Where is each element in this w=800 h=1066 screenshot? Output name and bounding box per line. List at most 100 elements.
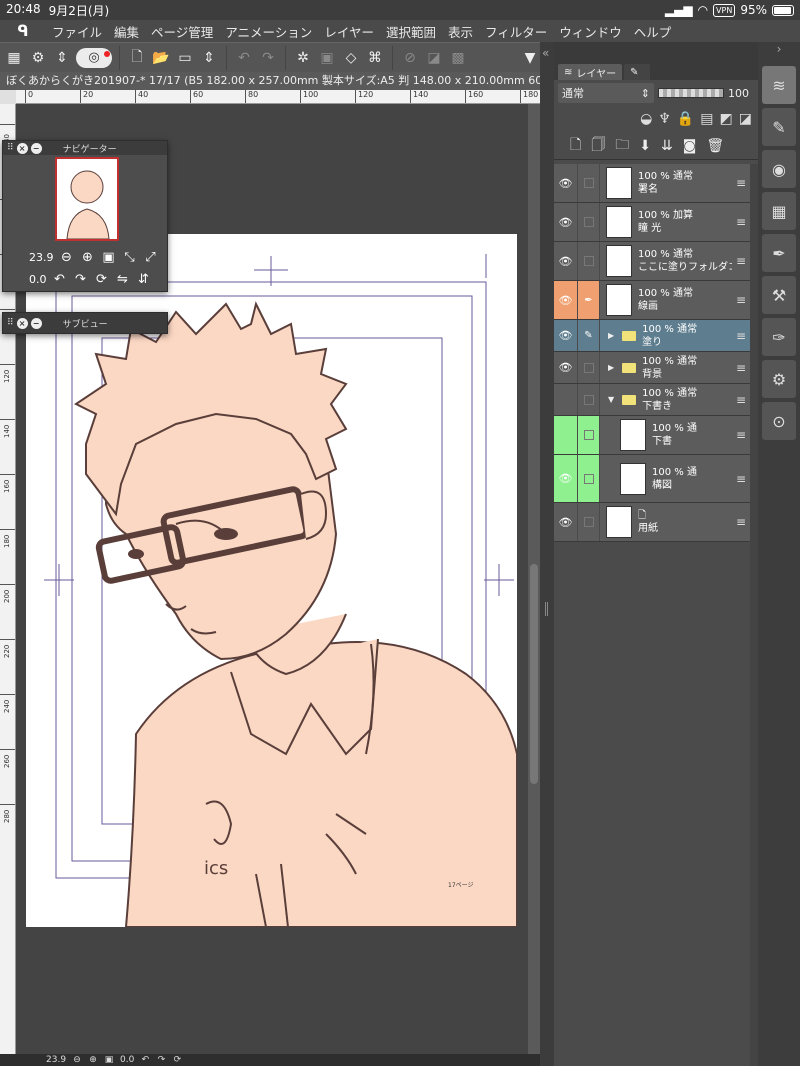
collapse-arrow-icon[interactable]: ▼	[608, 395, 614, 404]
eraser-icon[interactable]: ◇	[341, 48, 361, 68]
rotate-left-icon[interactable]: ↶	[140, 1055, 150, 1065]
layer-menu-icon[interactable]: ≡	[732, 428, 750, 442]
color-wheel-icon[interactable]: ◉	[762, 150, 796, 188]
layer-menu-icon[interactable]: ≡	[732, 515, 750, 529]
blend-mode-select[interactable]: 通常 ⇕	[558, 83, 654, 103]
rotate-left-icon[interactable]: ↶	[52, 271, 68, 287]
reference-layer-icon[interactable]: ♆	[658, 111, 671, 127]
invert-selection-icon[interactable]: ◪	[424, 48, 444, 68]
layer-property-icon[interactable]: ✎	[762, 108, 796, 146]
layer-row[interactable]: 👁 🗋 用紙 ≡	[554, 503, 750, 542]
menu-file[interactable]: ファイル	[46, 22, 108, 41]
zoom-in-icon[interactable]: ⊕	[88, 1055, 98, 1065]
redo-icon[interactable]: ↷	[258, 48, 278, 68]
pen-icon[interactable]: ✒	[578, 281, 600, 319]
companion-mode-button[interactable]: ◎	[76, 47, 112, 68]
drag-handle-icon[interactable]: ⠿	[7, 143, 14, 153]
eye-icon[interactable]: 👁	[554, 242, 578, 280]
dock-collapse-bar[interactable]: «	[540, 42, 554, 1066]
menu-help[interactable]: ヘルプ	[628, 22, 678, 41]
eye-icon[interactable]: 👁	[554, 203, 578, 241]
layer-row[interactable]: 👁 ✒ 100 % 通常 線画 ≡	[554, 281, 750, 320]
dock-grip[interactable]	[545, 602, 548, 616]
brush-size-icon[interactable]: ✑	[762, 318, 796, 356]
eye-hidden-icon[interactable]	[554, 384, 578, 415]
navigator-preview[interactable]	[55, 157, 119, 241]
menu-page[interactable]: ページ管理	[145, 22, 219, 41]
tool-property-icon[interactable]: ⚒	[762, 276, 796, 314]
layer-menu-icon[interactable]: ≡	[732, 293, 750, 307]
flip-vertical-icon[interactable]: ⇵	[136, 271, 152, 287]
stepper-icon[interactable]: ⇕	[52, 48, 72, 68]
layer-row[interactable]: 👁 100 % 通常ここに塗りフォルダコピ ≡	[554, 242, 750, 281]
collapse-left-icon[interactable]: «	[542, 46, 549, 60]
brush-icon[interactable]: ✎	[578, 320, 600, 351]
lock-transparency-icon[interactable]: ▤	[700, 111, 713, 127]
reset-rotation-icon[interactable]: ⟳	[172, 1055, 182, 1065]
layer-row[interactable]: 👁 100 % 通構図 ≡	[554, 455, 750, 503]
eye-hidden-icon[interactable]	[554, 416, 578, 454]
flip-horizontal-icon[interactable]: ⇋	[115, 271, 131, 287]
rotate-right-icon[interactable]: ↷	[73, 271, 89, 287]
menu-filter[interactable]: フィルター	[479, 22, 553, 41]
transform-icon[interactable]: ⌘	[365, 48, 385, 68]
collapse-right-icon[interactable]: ›	[758, 42, 800, 62]
layer-menu-icon[interactable]: ≡	[732, 393, 750, 407]
new-folder-icon[interactable]: 🗀	[615, 134, 629, 158]
minimize-icon[interactable]: −	[30, 317, 42, 329]
eye-icon[interactable]: 👁	[554, 320, 578, 351]
trash-icon[interactable]: 🗑	[706, 138, 724, 154]
undo-icon[interactable]: ↶	[234, 48, 254, 68]
layer-mask-icon[interactable]: ◙	[683, 138, 697, 154]
ruler-icon[interactable]: ◪	[739, 111, 752, 127]
layer-menu-icon[interactable]: ≡	[732, 254, 750, 268]
close-icon[interactable]: ×	[16, 317, 28, 329]
menu-selection[interactable]: 選択範囲	[380, 22, 442, 41]
chevron-down-icon[interactable]: ▼	[520, 48, 540, 68]
layer-list-scrollbar[interactable]	[750, 164, 758, 1066]
search-icon[interactable]: ⊙	[762, 402, 796, 440]
open-file-icon[interactable]: 📂	[151, 48, 171, 68]
new-file-icon[interactable]: 🗋	[127, 48, 147, 68]
save-stepper-icon[interactable]: ⇕	[199, 48, 219, 68]
tab-layer-property[interactable]: ✎	[624, 64, 651, 80]
merge-down-icon[interactable]: ⇊	[661, 138, 673, 154]
new-vector-layer-icon[interactable]: 🗍	[591, 134, 605, 158]
expand-arrow-icon[interactable]: ▶	[608, 363, 614, 372]
eye-icon[interactable]: 👁	[554, 503, 578, 541]
layer-row[interactable]: 👁 ▶ 100 % 通常 背景 ≡	[554, 352, 750, 384]
fill-icon[interactable]: ▣	[317, 48, 337, 68]
lock-icon[interactable]: 🔒	[677, 111, 694, 127]
pen-tool-icon[interactable]: ✒	[762, 234, 796, 272]
layer-row[interactable]: 👁 100 % 通常 署名 ≡	[554, 164, 750, 203]
layer-row-selected[interactable]: 👁 ✎ ▶ 100 % 通常 塗り ≡	[554, 320, 750, 352]
canvas-scrollbar[interactable]	[528, 104, 540, 1054]
rotate-right-icon[interactable]: ↷	[156, 1055, 166, 1065]
fit-screen-icon[interactable]: ▣	[101, 249, 117, 265]
fit-screen-icon[interactable]: ▣	[104, 1055, 114, 1065]
layer-menu-icon[interactable]: ≡	[732, 472, 750, 486]
eye-icon[interactable]: 👁	[554, 455, 578, 502]
close-icon[interactable]: ×	[16, 142, 28, 154]
save-icon[interactable]: ▭	[175, 48, 195, 68]
drag-handle-icon[interactable]: ⠿	[7, 318, 14, 328]
grid-menu-icon[interactable]: ▦	[4, 48, 24, 68]
layer-menu-icon[interactable]: ≡	[732, 361, 750, 375]
expand-arrow-icon[interactable]: ▶	[608, 331, 614, 340]
layer-row[interactable]: 👁 100 % 加算瞳 光 ≡	[554, 203, 750, 242]
deselect-icon[interactable]: ⊘	[400, 48, 420, 68]
menu-edit[interactable]: 編集	[108, 22, 145, 41]
menu-animation[interactable]: アニメーション	[219, 22, 318, 41]
eye-icon[interactable]: 👁	[554, 352, 578, 383]
fit-width-icon[interactable]: ⤡	[122, 249, 138, 265]
color-set-icon[interactable]: ▦	[762, 192, 796, 230]
actual-size-icon[interactable]: ⤢	[143, 249, 159, 265]
layer-row[interactable]: 100 % 通下書 ≡	[554, 416, 750, 455]
zoom-out-icon[interactable]: ⊖	[72, 1055, 82, 1065]
layer-row[interactable]: ▼ 100 % 通常 下書き ≡	[554, 384, 750, 416]
clear-icon[interactable]: ✲	[293, 48, 313, 68]
opacity-slider[interactable]	[658, 88, 724, 98]
mask-icon[interactable]: ◩	[720, 111, 733, 127]
eye-icon[interactable]: 👁	[554, 164, 578, 202]
clipping-icon[interactable]: ◒	[640, 111, 652, 127]
